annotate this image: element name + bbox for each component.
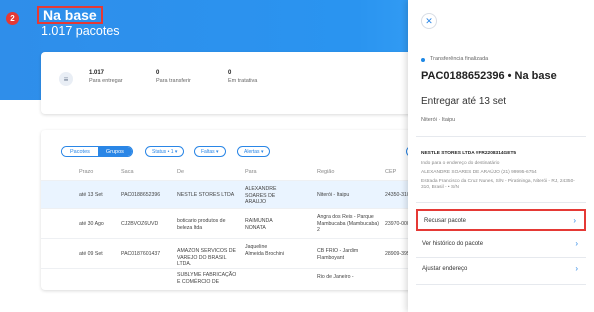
chevron-right-icon: › (575, 239, 578, 248)
action-label: Ver histórico do pacote (422, 241, 484, 247)
package-details-drawer: ✕ Transferência finalizada PAC0188652396… (408, 0, 594, 312)
stat-label: Em tratativa (228, 78, 258, 84)
adjust-address-button[interactable]: Ajustar endereço › (416, 259, 586, 281)
cell-regiao: Rio de Janeiro - (317, 274, 354, 280)
column-saca: Saca (121, 169, 134, 175)
column-cep: CEP (385, 169, 397, 175)
divider (416, 202, 586, 203)
cell-prazo: até 30 Ago (79, 221, 104, 227)
stat-label: Para entregar (89, 78, 123, 84)
table-row[interactable]: SUBLYME FABRICAÇÃO E COMÉRCIO DE Rio de … (41, 268, 421, 290)
stat-value: 1.017 (89, 70, 105, 76)
column-prazo: Prazo (79, 169, 94, 175)
cell-cep: 24350-310 (385, 192, 410, 198)
stat-em-tratativa: 0 Em tratativa (228, 70, 257, 84)
cell-regiao: Angra dos Reis - Parque Mambucaba (Mambu… (317, 214, 379, 233)
column-de: De (177, 169, 185, 175)
close-icon[interactable]: ✕ (421, 13, 437, 29)
status-dot-icon (421, 58, 425, 62)
table-row[interactable]: até 09 Set PAC0187601437 AMAZON SERVICOS… (41, 238, 421, 268)
transfer-status: Transferência finalizada (430, 56, 489, 62)
cell-de: SUBLYME FABRICAÇÃO E COMÉRCIO DE (177, 272, 237, 285)
table-header: Prazo Saca De Para Região CEP (41, 166, 421, 180)
divider (416, 136, 586, 137)
list-icon: ≡ (59, 72, 73, 86)
cell-prazo: até 13 Set (79, 192, 103, 198)
cell-regiao: CB FRIO - Jardim Flamboyant (317, 248, 359, 261)
route-note: Indo para o endereço do destinatário (421, 161, 500, 166)
stat-para-transferir: 0 Para transferir (156, 70, 191, 84)
cell-de: boticario produtos de beleza ltda (177, 218, 226, 231)
cell-cep: 28909-395 (385, 251, 410, 257)
step-badge: 2 (6, 12, 19, 25)
action-label: Recusar pacote (424, 218, 467, 224)
stat-label: Para transferir (156, 78, 191, 84)
recipient-address: Estrada Francisco da Cruz Nunes, S/N - P… (421, 179, 575, 190)
cell-cep: 23970-000 (385, 221, 410, 227)
cell-saca: CJ2BVOZ6UVD (121, 221, 159, 227)
divider (416, 284, 586, 285)
column-para: Para (245, 169, 257, 175)
destination-city: Niterói · Itaipu (421, 117, 456, 123)
deliver-by: Entregar até 13 set (421, 96, 507, 107)
sender-name: NESTLE STORES LTDA #FR2208314GET5 (421, 151, 517, 156)
cell-para: ALEXANDRE SOARES DE ARAUJO (245, 186, 277, 205)
stat-value: 0 (156, 70, 160, 76)
cell-para: Jaqueline Almeida Brochini (245, 244, 284, 257)
chevron-right-icon: › (575, 264, 578, 273)
status-filter[interactable]: Status • 1 ▾ (145, 146, 185, 157)
refuse-package-button[interactable]: Recusar pacote › (416, 209, 586, 231)
recipient-info: ALEXANDRE SOARES DE ARAÚJO (21) 99995-67… (421, 170, 537, 175)
cell-de: AMAZON SERVICOS DE VAREJO DO BRASIL LTDA… (177, 248, 236, 267)
column-regiao: Região (317, 169, 335, 175)
view-history-button[interactable]: Ver histórico do pacote › (416, 234, 586, 256)
divider (416, 257, 586, 258)
cell-saca: PAC0187601437 (121, 251, 161, 257)
cell-regiao: Niterói - Itaipu (317, 192, 350, 198)
tab-pacotes[interactable]: Pacotes (62, 147, 98, 156)
faltas-filter[interactable]: Faltas ▾ (194, 146, 226, 157)
alertas-filter[interactable]: Alertas ▾ (237, 146, 271, 157)
stat-value: 0 (228, 70, 232, 76)
tab-grupos[interactable]: Grupos (97, 147, 132, 156)
package-title: PAC0188652396 • Na base (421, 70, 557, 82)
summary-card: ≡ 1.017 Para entregar 0 Para transferir … (41, 52, 421, 114)
chevron-right-icon: › (573, 216, 576, 225)
cell-prazo: até 09 Set (79, 251, 103, 257)
cell-saca: PAC0188652396 (121, 192, 161, 198)
cell-de: NESTLE STORES LTDA (177, 192, 235, 198)
view-toggle: Pacotes Grupos (61, 146, 133, 157)
cell-para: RAIMUNDA NONATA (245, 218, 273, 231)
table-row[interactable]: até 30 Ago CJ2BVOZ6UVD boticario produto… (41, 208, 421, 238)
page-title: Na base (37, 6, 103, 24)
table-row[interactable]: até 13 Set PAC0188652396 NESTLE STORES L… (41, 180, 421, 208)
package-count: 1.017 pacotes (41, 24, 120, 38)
stat-para-entregar: 1.017 Para entregar (89, 70, 123, 84)
packages-table-card: Pacotes Grupos Status • 1 ▾ Faltas ▾ Ale… (41, 130, 421, 290)
action-label: Ajustar endereço (422, 266, 468, 272)
